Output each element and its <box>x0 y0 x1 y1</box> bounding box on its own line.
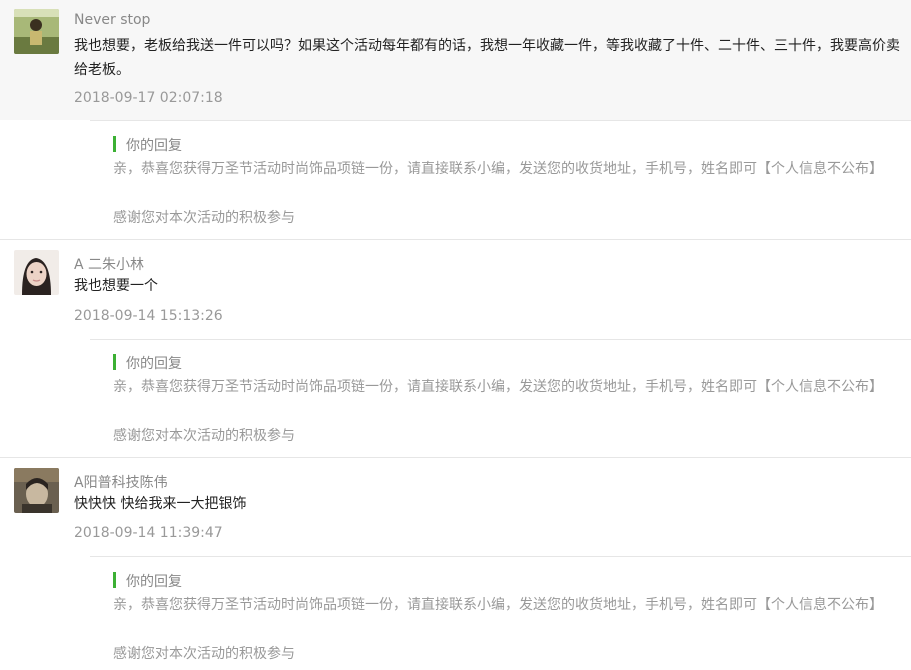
reply-label: 你的回复 <box>126 574 182 590</box>
reply-divider <box>90 339 911 340</box>
reply-accent-bar <box>113 354 116 370</box>
reply-thanks: 感谢您对本次活动的积极参与 <box>113 210 295 226</box>
reply-divider <box>90 556 911 557</box>
avatar[interactable] <box>14 468 59 513</box>
reply-divider <box>90 120 911 121</box>
avatar[interactable] <box>14 9 59 54</box>
comment-username[interactable]: Never stop <box>74 12 150 28</box>
comment-timestamp: 2018-09-17 02:07:18 <box>74 90 223 106</box>
comment-item: Never stop 我也想要，老板给我送一件可以吗？如果这个活动每年都有的话，… <box>0 0 911 120</box>
comment-item: A阳普科技陈伟 快快快 快给我来一大把银饰 2018-09-14 11:39:4… <box>0 458 911 556</box>
reply-label: 你的回复 <box>126 138 182 154</box>
reply-text: 亲，恭喜您获得万圣节活动时尚饰品项链一份，请直接联系小编，发送您的收货地址，手机… <box>113 161 883 177</box>
reply-label: 你的回复 <box>126 356 182 372</box>
comment-timestamp: 2018-09-14 11:39:47 <box>74 525 223 541</box>
comment-content: 我也想要，老板给我送一件可以吗？如果这个活动每年都有的话，我想一年收藏一件，等我… <box>74 38 900 78</box>
comment-username[interactable]: A阳普科技陈伟 <box>74 472 168 492</box>
reply-text: 亲，恭喜您获得万圣节活动时尚饰品项链一份，请直接联系小编，发送您的收货地址，手机… <box>113 379 883 395</box>
comment-timestamp: 2018-09-14 15:13:26 <box>74 308 223 324</box>
comment-content: 快快快 快给我来一大把银饰 <box>74 496 247 512</box>
reply-accent-bar <box>113 572 116 588</box>
reply-accent-bar <box>113 136 116 152</box>
comment-item: A 二朱小林 我也想要一个 2018-09-14 15:13:26 <box>0 240 911 340</box>
comment-content: 我也想要一个 <box>74 278 158 294</box>
comment-username[interactable]: A 二朱小林 <box>74 254 144 274</box>
reply-thanks: 感谢您对本次活动的积极参与 <box>113 646 295 662</box>
avatar[interactable] <box>14 250 59 295</box>
reply-text: 亲，恭喜您获得万圣节活动时尚饰品项链一份，请直接联系小编，发送您的收货地址，手机… <box>113 597 883 613</box>
reply-thanks: 感谢您对本次活动的积极参与 <box>113 428 295 444</box>
